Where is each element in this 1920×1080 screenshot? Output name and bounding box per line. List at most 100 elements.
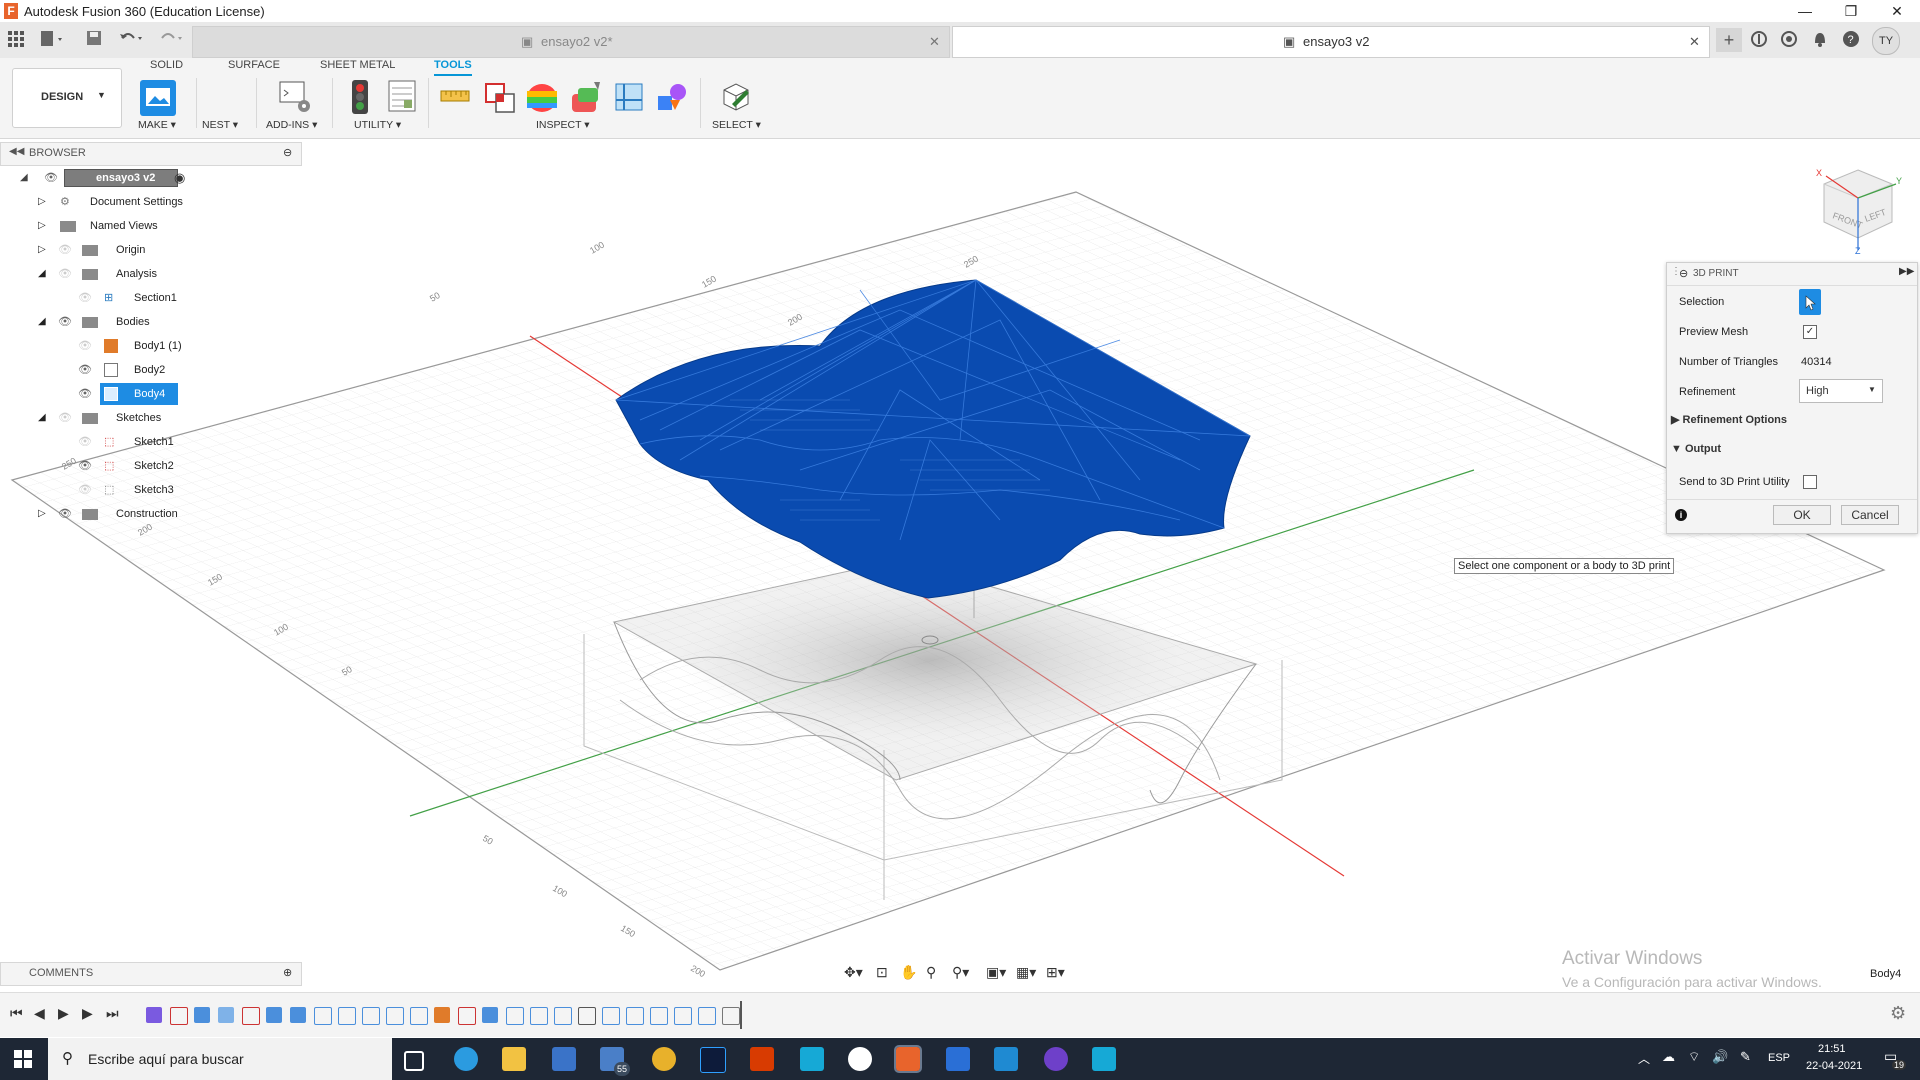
vscode-icon[interactable]: [994, 1047, 1018, 1071]
tab-ensayo2[interactable]: ▣ ensayo2 v2* ✕: [192, 26, 950, 58]
collapse-triangle-icon[interactable]: ◢: [38, 311, 46, 333]
save-icon[interactable]: [86, 30, 102, 49]
expand-triangle-icon[interactable]: ▷: [38, 503, 46, 525]
expand-triangle-icon[interactable]: ▷: [38, 191, 46, 213]
tab-tools[interactable]: TOOLS: [434, 59, 472, 76]
eye-icon[interactable]: 👁: [78, 383, 92, 405]
look-at-icon[interactable]: ⊡: [876, 964, 888, 981]
collapse-triangle-icon[interactable]: ◢: [20, 167, 28, 189]
tray-chevron-icon[interactable]: ︿: [1638, 1050, 1650, 1067]
eye-hidden-icon[interactable]: 👁: [58, 239, 72, 261]
select-box-icon[interactable]: [718, 80, 752, 117]
timeline-feature[interactable]: [530, 1007, 548, 1025]
measure-icon[interactable]: [440, 88, 470, 107]
timeline-feature[interactable]: [410, 1007, 428, 1025]
timeline-feature[interactable]: [674, 1007, 692, 1025]
scripts-addins-icon[interactable]: [278, 80, 312, 117]
group-make[interactable]: MAKE ▾: [138, 119, 176, 131]
clock-date[interactable]: 22-04-2021: [1806, 1060, 1862, 1072]
cura-icon[interactable]: [800, 1047, 824, 1071]
group-utility[interactable]: UTILITY ▾: [354, 119, 401, 131]
eye-icon[interactable]: 👁: [44, 167, 58, 189]
display-settings-icon[interactable]: ▣▾: [986, 964, 1006, 981]
activate-radio-icon[interactable]: ◉: [174, 167, 185, 189]
timeline-feature[interactable]: [386, 1007, 404, 1025]
go-to-start-icon[interactable]: ⏮: [10, 1005, 23, 1022]
user-avatar[interactable]: TY: [1872, 27, 1900, 55]
cancel-button[interactable]: Cancel: [1841, 505, 1899, 525]
orbit-icon[interactable]: ✥▾: [844, 964, 863, 981]
timeline-feature[interactable]: [314, 1007, 332, 1025]
photos-icon[interactable]: [946, 1047, 970, 1071]
play-icon[interactable]: ▶: [58, 1005, 69, 1022]
timeline-sketch[interactable]: [242, 1007, 260, 1025]
browser-panel-header[interactable]: ◀◀ BROWSER ⊖: [0, 142, 302, 166]
collapse-triangle-icon[interactable]: ◢: [38, 407, 46, 429]
tab-ensayo3[interactable]: ▣ ensayo3 v2 ✕: [952, 26, 1710, 58]
collapse-triangle-icon[interactable]: ◢: [38, 263, 46, 285]
timeline-feature[interactable]: [434, 1007, 450, 1023]
timeline-feature[interactable]: [626, 1007, 644, 1025]
app-grid-icon[interactable]: [8, 31, 24, 47]
eye-hidden-icon[interactable]: 👁: [78, 479, 92, 501]
github-icon[interactable]: [1044, 1047, 1068, 1071]
step-back-icon[interactable]: ◀: [34, 1005, 45, 1022]
dialog-header[interactable]: ⋮ ⊖ 3D PRINT ▶▶: [1667, 263, 1917, 286]
comments-panel-header[interactable]: COMMENTS ⊕: [0, 962, 302, 986]
timeline-feature[interactable]: [578, 1007, 596, 1025]
onedrive-icon[interactable]: ☁: [1662, 1049, 1675, 1065]
add-comment-icon[interactable]: ⊕: [283, 966, 292, 979]
eye-hidden-icon[interactable]: 👁: [58, 407, 72, 429]
cura-icon[interactable]: [1092, 1047, 1116, 1071]
section-analysis-icon[interactable]: [614, 82, 644, 115]
timeline-feature[interactable]: [218, 1007, 234, 1023]
expand-triangle-icon[interactable]: ▷: [38, 239, 46, 261]
tree-root[interactable]: ◢ 👁 ensayo3 v2 ◉: [18, 167, 198, 189]
timeline-feature[interactable]: [266, 1007, 282, 1023]
grid-settings-icon[interactable]: ▦▾: [1016, 964, 1036, 981]
eye-icon[interactable]: 👁: [58, 311, 72, 333]
timeline-feature[interactable]: [722, 1007, 740, 1025]
undo-icon[interactable]: [118, 30, 144, 49]
timeline-feature[interactable]: [602, 1007, 620, 1025]
expand-dialog-icon[interactable]: ▶▶: [1899, 266, 1914, 277]
minimize-button[interactable]: —: [1782, 0, 1828, 22]
close-tab-icon[interactable]: ✕: [929, 27, 940, 57]
send-to-print-utility-checkbox[interactable]: [1803, 475, 1817, 489]
selection-button[interactable]: [1799, 289, 1821, 315]
timeline-sketch[interactable]: [458, 1007, 476, 1025]
timeline-feature[interactable]: [506, 1007, 524, 1025]
pan-hand-icon[interactable]: ✋: [900, 964, 917, 981]
workspace-switcher[interactable]: DESIGN ▼: [12, 68, 122, 128]
tab-surface[interactable]: SURFACE: [228, 59, 280, 71]
taskbar-search[interactable]: ⚲ Escribe aquí para buscar: [48, 1038, 392, 1080]
viewports-icon[interactable]: ⊞▾: [1046, 964, 1065, 981]
timeline-settings-icon[interactable]: ⚙: [1890, 1003, 1906, 1024]
output-section[interactable]: ▼ Output: [1671, 443, 1721, 455]
group-select[interactable]: SELECT ▾: [712, 119, 761, 131]
group-nest[interactable]: NEST ▾: [202, 119, 238, 131]
tab-sheet-metal[interactable]: SHEET METAL: [320, 59, 395, 71]
refinement-options-section[interactable]: ▶ Refinement Options: [1671, 413, 1787, 426]
timeline-feature[interactable]: [146, 1007, 162, 1023]
make-3d-print-icon[interactable]: [140, 80, 176, 119]
timeline-feature[interactable]: [650, 1007, 668, 1025]
word-online-icon[interactable]: [848, 1047, 872, 1071]
clock-time[interactable]: 21:51: [1818, 1043, 1846, 1055]
task-view-icon[interactable]: [404, 1051, 424, 1071]
language-indicator[interactable]: ESP: [1768, 1052, 1790, 1064]
collapse-panel-icon[interactable]: ◀◀: [9, 146, 24, 157]
close-window-button[interactable]: ✕: [1874, 0, 1920, 22]
curvature-map-icon[interactable]: [526, 82, 558, 117]
maximize-button[interactable]: ❐: [1828, 0, 1874, 22]
office-icon[interactable]: [750, 1047, 774, 1071]
eye-hidden-icon[interactable]: 👁: [78, 335, 92, 357]
file-menu-icon[interactable]: [40, 30, 66, 51]
info-icon[interactable]: i: [1675, 509, 1687, 521]
group-inspect[interactable]: INSPECT ▾: [536, 119, 590, 131]
eye-hidden-icon[interactable]: 👁: [58, 263, 72, 285]
timeline-marker[interactable]: [740, 1001, 742, 1029]
new-tab-button[interactable]: +: [1716, 28, 1742, 52]
volume-icon[interactable]: 🔊: [1712, 1049, 1728, 1065]
edge-icon[interactable]: [454, 1047, 478, 1071]
